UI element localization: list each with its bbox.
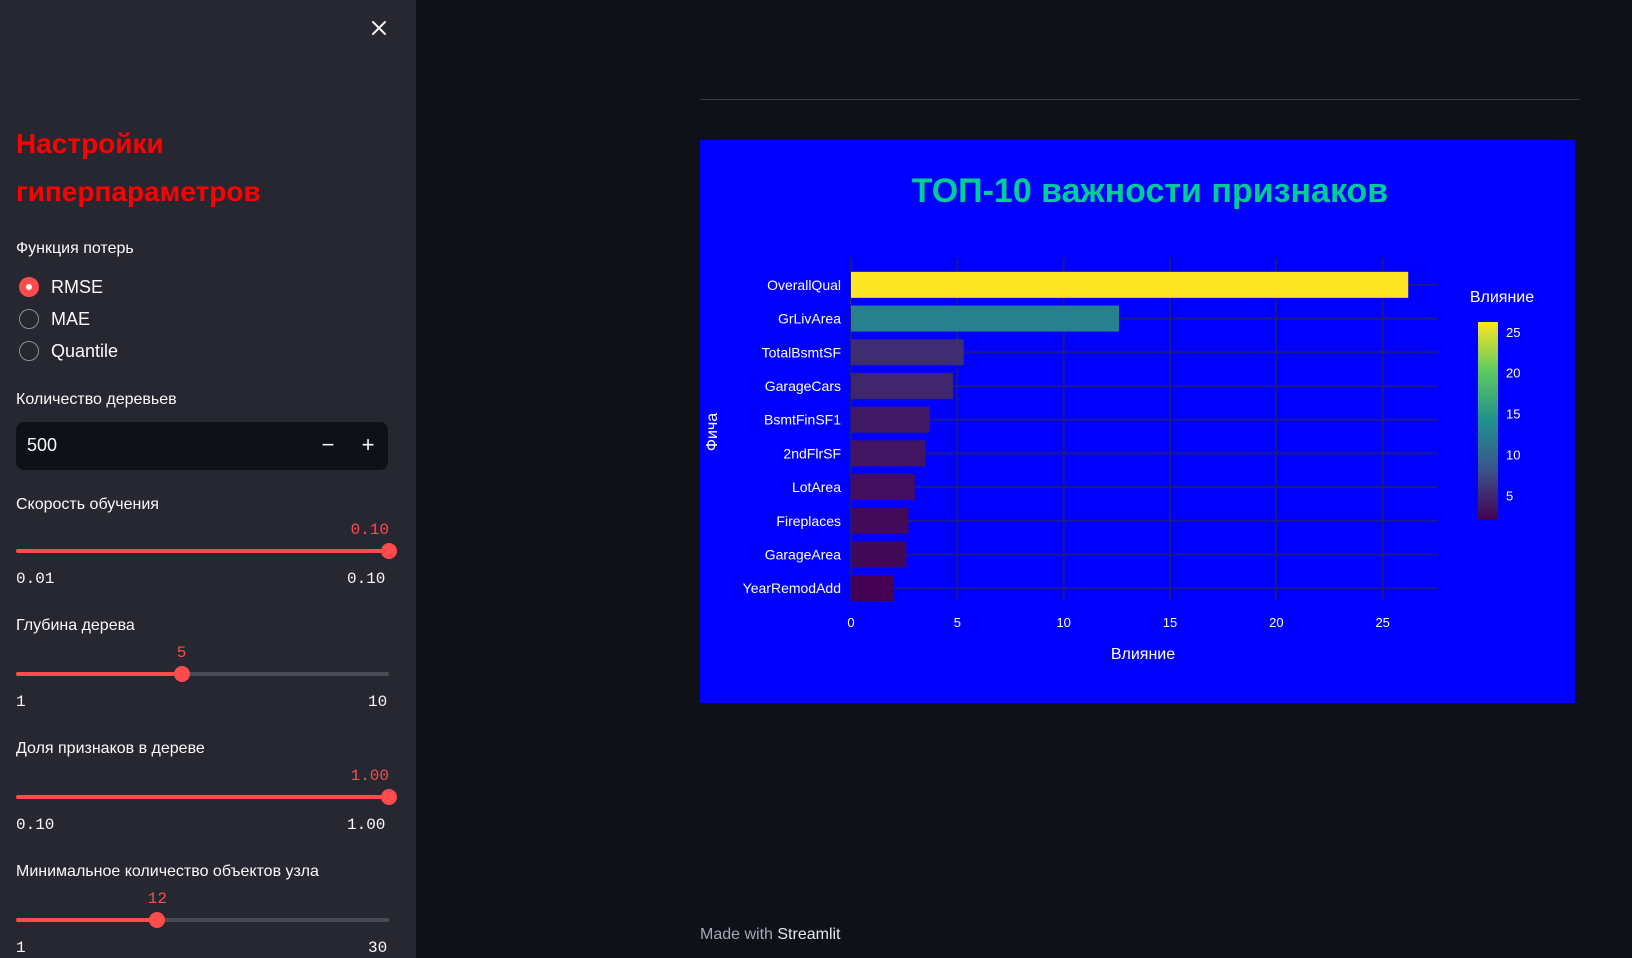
sidebar: Настройки гиперпараметров Функция потерь… [0, 0, 416, 958]
slider-fill [16, 795, 389, 799]
learning-rate-min: 0.01 [16, 570, 55, 588]
footer: Made with Streamlit [700, 926, 841, 944]
x-tick-label: 5 [954, 615, 961, 630]
close-sidebar-button[interactable] [367, 16, 391, 40]
y-tick-label: Fireplaces [776, 513, 841, 529]
x-tick-labels: 0 5 10 15 20 25 [847, 615, 1390, 630]
slider-thumb[interactable] [381, 543, 397, 559]
n-trees-number-input: 500 − + [16, 422, 388, 470]
colorbar [1478, 322, 1498, 520]
learning-rate-value: 0.10 [350, 521, 389, 539]
slider-thumb[interactable] [149, 912, 166, 928]
bar [851, 406, 930, 433]
chart-title: ТОП-10 важности признаков [912, 172, 1388, 210]
bar [851, 339, 964, 366]
learning-rate-max: 0.10 [347, 570, 386, 588]
x-tick-label: 25 [1375, 615, 1389, 630]
bars [851, 271, 1409, 602]
feature-fraction-value: 1.00 [350, 767, 389, 785]
radio-indicator [19, 309, 39, 329]
bar [851, 541, 907, 568]
radio-option-label: Quantile [51, 340, 119, 361]
depth-max: 10 [368, 693, 388, 711]
learning-rate-label: Скорость обучения [16, 496, 159, 513]
x-tick-label: 15 [1163, 615, 1177, 630]
feature-fraction-label: Доля признаков в дереве [16, 740, 205, 757]
sidebar-title: Настройки гиперпараметров [16, 128, 261, 207]
radio-option-label: RMSE [51, 276, 104, 297]
slider-fill [16, 672, 182, 676]
min-samples-min: 1 [16, 939, 26, 957]
slider-thumb[interactable] [381, 789, 397, 805]
y-tick-label: GarageArea [765, 546, 841, 562]
feature-fraction-max: 1.00 [347, 816, 386, 834]
y-tick-label: GrLivArea [778, 311, 841, 327]
divider [700, 99, 1580, 100]
feature-importance-chart: ТОП-10 важности признаков OverallQual GrL… [700, 140, 1575, 703]
x-tick-label: 20 [1269, 615, 1283, 630]
min-samples-slider[interactable] [16, 912, 389, 928]
x-tick-label: 0 [847, 615, 854, 630]
colorbar-tick-label: 25 [1506, 325, 1520, 340]
depth-label: Глубина дерева [16, 617, 135, 634]
increment-button[interactable]: + [352, 430, 384, 462]
y-tick-label: 2ndFlrSF [783, 445, 841, 461]
x-tick-label: 10 [1056, 615, 1070, 630]
radio-option-rmse[interactable]: RMSE [19, 273, 103, 301]
colorbar-tick-label: 15 [1506, 407, 1520, 422]
colorbar-tick-label: 20 [1506, 366, 1520, 381]
decrement-button[interactable]: − [312, 430, 344, 462]
min-samples-value: 12 [147, 890, 167, 908]
bar [851, 474, 915, 501]
n-trees-label: Количество деревьев [16, 391, 177, 408]
depth-slider[interactable] [16, 666, 389, 682]
colorbar-tick-label: 10 [1506, 448, 1520, 463]
bar [851, 575, 894, 602]
learning-rate-slider[interactable] [16, 543, 397, 559]
depth-min: 1 [16, 693, 26, 711]
colorbar-title: Влияние [1470, 289, 1534, 306]
y-tick-label: BsmtFinSF1 [764, 412, 841, 428]
y-tick-label: GarageCars [765, 378, 841, 394]
radio-indicator [19, 341, 39, 361]
slider-fill [16, 918, 158, 922]
depth-value: 5 [176, 644, 187, 662]
y-tick-label: OverallQual [767, 277, 841, 293]
y-tick-labels: OverallQual GrLivArea TotalBsmtSF GarageCar… [743, 277, 842, 596]
loss-function-label: Функция потерь [16, 240, 134, 257]
colorbar-tick-label: 5 [1506, 488, 1513, 503]
y-axis-label: Фича [704, 413, 721, 451]
bar [851, 372, 954, 399]
bar [851, 440, 926, 467]
feature-fraction-slider[interactable] [16, 789, 397, 805]
streamlit-link[interactable]: Streamlit [777, 926, 840, 943]
y-tick-label: YearRemodAdd [743, 580, 841, 596]
footer-prefix: Made with [700, 926, 773, 943]
x-axis-label: Влияние [1111, 646, 1175, 663]
slider-fill [16, 549, 389, 553]
min-samples-label: Минимальное количество объектов узла [16, 863, 319, 880]
n-trees-field[interactable]: 500 [27, 435, 57, 456]
bar [851, 507, 909, 534]
radio-option-label: MAE [51, 308, 91, 329]
chart-svg: ТОП-10 важности признаков OverallQual GrL… [704, 172, 1534, 663]
y-tick-label: LotArea [792, 479, 841, 495]
close-icon [372, 21, 386, 35]
radio-option-mae[interactable]: MAE [19, 305, 90, 333]
radio-option-quantile[interactable]: Quantile [19, 337, 118, 365]
min-samples-max: 30 [368, 939, 388, 957]
bar [851, 305, 1119, 332]
slider-thumb[interactable] [173, 666, 190, 682]
y-tick-label: TotalBsmtSF [762, 344, 841, 360]
bar [851, 271, 1409, 298]
feature-fraction-min: 0.10 [16, 816, 55, 834]
radio-indicator-selected [19, 277, 39, 297]
colorbar-tick-labels: 5 10 15 20 25 [1506, 325, 1520, 504]
